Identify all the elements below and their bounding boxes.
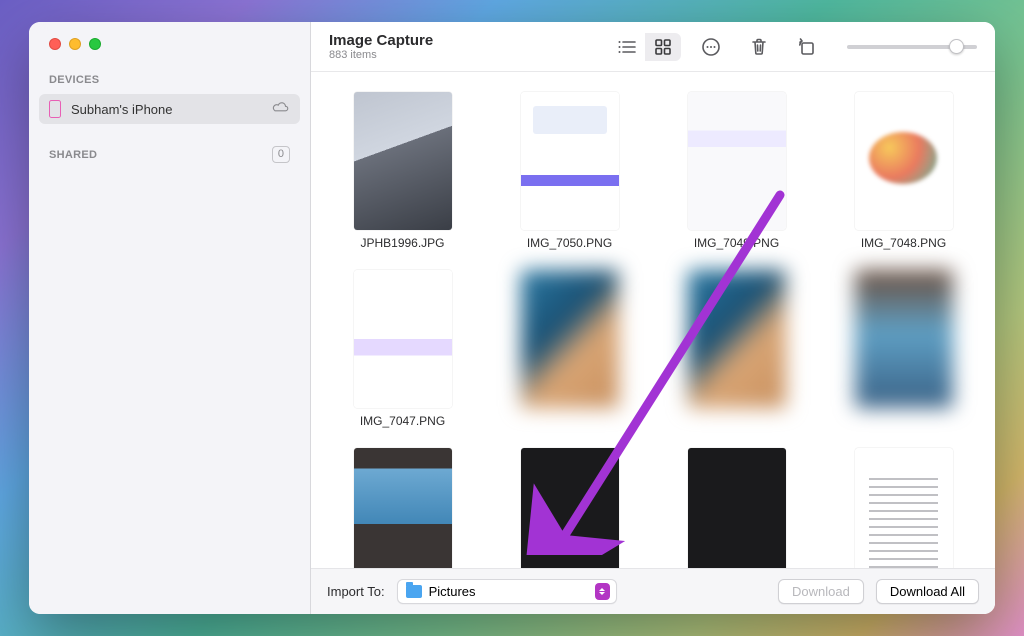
iphone-icon: [49, 100, 61, 118]
grid-item[interactable]: [319, 440, 486, 568]
grid-item[interactable]: [820, 440, 987, 568]
grid-item[interactable]: IMG_7049.PNG: [653, 84, 820, 258]
folder-icon: [406, 585, 422, 598]
filename-label: IMG_7047.PNG: [360, 414, 445, 428]
thumbnail: [688, 448, 786, 568]
minimize-icon[interactable]: [69, 38, 81, 50]
grid-icon: [655, 39, 671, 55]
thumbnail: [855, 270, 953, 408]
grid-item[interactable]: [820, 262, 987, 436]
trash-icon: [751, 38, 767, 56]
list-icon: [618, 40, 636, 54]
shared-section-label: SHARED: [49, 149, 97, 161]
destination-name: Pictures: [429, 584, 588, 599]
view-mode-segmented: [609, 33, 681, 61]
grid-item[interactable]: IMG_7050.PNG: [486, 84, 653, 258]
maximize-icon[interactable]: [89, 38, 101, 50]
rotate-button[interactable]: [789, 33, 825, 61]
bottom-bar: Import To: Pictures Download Download Al…: [311, 568, 995, 614]
thumbnail: [521, 448, 619, 568]
download-button[interactable]: Download: [778, 579, 864, 604]
shared-section: SHARED 0: [29, 126, 310, 163]
filename-label: IMG_7049.PNG: [694, 236, 779, 250]
grid-item[interactable]: [653, 262, 820, 436]
sidebar-device-item[interactable]: Subham's iPhone: [39, 94, 300, 124]
close-icon[interactable]: [49, 38, 61, 50]
sidebar: DEVICES Subham's iPhone SHARED 0: [29, 22, 311, 614]
image-grid: JPHB1996.JPG IMG_7050.PNG IMG_7049.PNG I…: [319, 84, 987, 568]
thumbnail-size-slider[interactable]: [847, 45, 977, 49]
item-count: 883 items: [329, 49, 433, 61]
import-to-label: Import To:: [327, 584, 385, 599]
image-grid-scroll[interactable]: JPHB1996.JPG IMG_7050.PNG IMG_7049.PNG I…: [311, 72, 995, 568]
app-title: Image Capture: [329, 32, 433, 49]
ellipsis-circle-icon: [701, 37, 721, 57]
thumbnail: [855, 92, 953, 230]
filename-label: JPHB1996.JPG: [360, 236, 444, 250]
delete-button[interactable]: [741, 33, 777, 61]
more-button[interactable]: [693, 33, 729, 61]
chevron-up-down-icon: [595, 583, 610, 600]
window-controls: [29, 38, 310, 68]
grid-item[interactable]: [486, 440, 653, 568]
filename-label: IMG_7048.PNG: [861, 236, 946, 250]
rotate-icon: [798, 38, 816, 56]
filename-label: IMG_7050.PNG: [527, 236, 612, 250]
grid-item[interactable]: IMG_7048.PNG: [820, 84, 987, 258]
title-block: Image Capture 883 items: [329, 32, 433, 61]
grid-item[interactable]: IMG_7047.PNG: [319, 262, 486, 436]
main-panel: Image Capture 883 items: [311, 22, 995, 614]
grid-item[interactable]: [486, 262, 653, 436]
thumbnail: [354, 92, 452, 230]
thumbnail: [688, 270, 786, 408]
cloud-icon: [272, 100, 290, 118]
download-all-button[interactable]: Download All: [876, 579, 979, 604]
list-view-button[interactable]: [609, 33, 645, 61]
grid-view-button[interactable]: [645, 33, 681, 61]
import-destination-select[interactable]: Pictures: [397, 579, 617, 604]
app-window: DEVICES Subham's iPhone SHARED 0 Image C…: [29, 22, 995, 614]
thumbnail: [354, 270, 452, 408]
thumbnail: [855, 448, 953, 568]
thumbnail: [688, 92, 786, 230]
toolbar: Image Capture 883 items: [311, 22, 995, 72]
devices-section-label: DEVICES: [29, 68, 310, 92]
slider-thumb[interactable]: [949, 39, 964, 54]
thumbnail: [521, 92, 619, 230]
thumbnail: [354, 448, 452, 568]
thumbnail: [521, 270, 619, 408]
shared-count-badge: 0: [272, 146, 290, 163]
device-name: Subham's iPhone: [71, 102, 262, 117]
grid-item[interactable]: [653, 440, 820, 568]
grid-item[interactable]: JPHB1996.JPG: [319, 84, 486, 258]
